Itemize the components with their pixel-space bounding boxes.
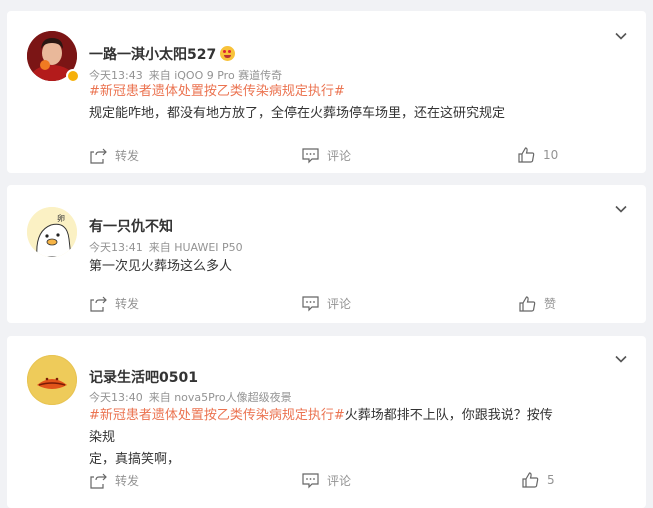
forward-icon	[90, 148, 107, 164]
topic-link[interactable]: #新冠患者遗体处置按乙类传染病规定执行#	[89, 84, 345, 99]
forward-label: 转发	[115, 149, 140, 163]
comment-icon	[302, 295, 319, 311]
username-text[interactable]: 有一只仇不知	[89, 219, 173, 235]
comment-text: #新冠患者遗体处置按乙类传染病规定执行# 规定能咋地，都没有地方放了，全停在火葬…	[89, 81, 559, 125]
forward-button[interactable]: 转发	[90, 295, 139, 312]
comment-text: #新冠患者遗体处置按乙类传染病规定执行#火葬场都排不上队，你跟我说？按传染规 定…	[89, 405, 559, 471]
timestamp: 今天13:40	[89, 391, 143, 404]
chevron-down-icon[interactable]	[614, 29, 628, 43]
comment-icon	[302, 472, 319, 488]
comment-meta: 今天13:40 来自 nova5Pro人像超级夜景	[89, 389, 292, 405]
comment-meta: 今天13:41 来自 HUAWEI P50	[89, 239, 243, 255]
chevron-down-icon[interactable]	[614, 202, 628, 216]
like-button[interactable]: 10	[518, 147, 558, 163]
forward-label: 转发	[115, 297, 140, 311]
topic-link[interactable]: #新冠患者遗体处置按乙类传染病规定执行#	[89, 408, 345, 423]
comment-button[interactable]: 评论	[302, 295, 351, 312]
username-text[interactable]: 一路一淇小太阳527	[89, 47, 216, 63]
username[interactable]: 一路一淇小太阳527	[89, 44, 236, 64]
comment-button[interactable]: 评论	[302, 472, 351, 489]
comment-button[interactable]: 评论	[302, 147, 351, 164]
forward-button[interactable]: 转发	[90, 472, 139, 489]
like-count: 赞	[544, 297, 557, 311]
comment-body-continued: 定，真搞笑啊，	[89, 452, 181, 467]
comment-card: 记录生活吧0501 今天13:40 来自 nova5Pro人像超级夜景 #新冠患者…	[7, 336, 646, 508]
source: 来自 nova5Pro人像超级夜景	[148, 391, 292, 404]
forward-label: 转发	[115, 474, 140, 488]
verified-badge-icon	[66, 69, 80, 83]
comment-body: 规定能咋地，都没有地方放了，全停在火葬场停车场里，还在这研究规定	[89, 106, 506, 121]
like-count: 5	[547, 473, 555, 487]
avatar[interactable]	[27, 355, 77, 405]
comment-label: 评论	[327, 474, 352, 488]
svg-text:卵: 卵	[57, 213, 65, 223]
username-text[interactable]: 记录生活吧0501	[89, 370, 198, 386]
source: 来自 HUAWEI P50	[148, 241, 243, 254]
avatar[interactable]: 卵	[27, 207, 77, 257]
like-count: 10	[543, 148, 559, 162]
forward-icon	[90, 296, 107, 312]
username[interactable]: 记录生活吧0501	[89, 367, 198, 387]
comment-card: 一路一淇小太阳527 今天13:43 来自 iQOO 9 Pro 赛道传奇 #新冠…	[7, 11, 646, 173]
emoji-icon	[220, 46, 236, 61]
timestamp: 今天13:41	[89, 241, 143, 254]
comment-text: 第一次见火葬场这么多人	[89, 256, 559, 278]
comment-label: 评论	[327, 297, 352, 311]
comment-label: 评论	[327, 149, 352, 163]
forward-button[interactable]: 转发	[90, 147, 139, 164]
comment-card: 卵 有一只仇不知 今天13:41 来自 HUAWEI P50 第一次见火葬场这么多…	[7, 185, 646, 323]
like-button[interactable]: 5	[522, 472, 555, 488]
comment-icon	[302, 147, 319, 163]
chevron-down-icon[interactable]	[614, 352, 628, 366]
thumbs-up-icon	[519, 295, 536, 312]
comment-body: 第一次见火葬场这么多人	[89, 259, 233, 274]
thumbs-up-icon	[518, 147, 535, 163]
forward-icon	[90, 473, 107, 489]
thumbs-up-icon	[522, 472, 539, 488]
like-button[interactable]: 赞	[519, 295, 556, 312]
username[interactable]: 有一只仇不知	[89, 216, 173, 236]
